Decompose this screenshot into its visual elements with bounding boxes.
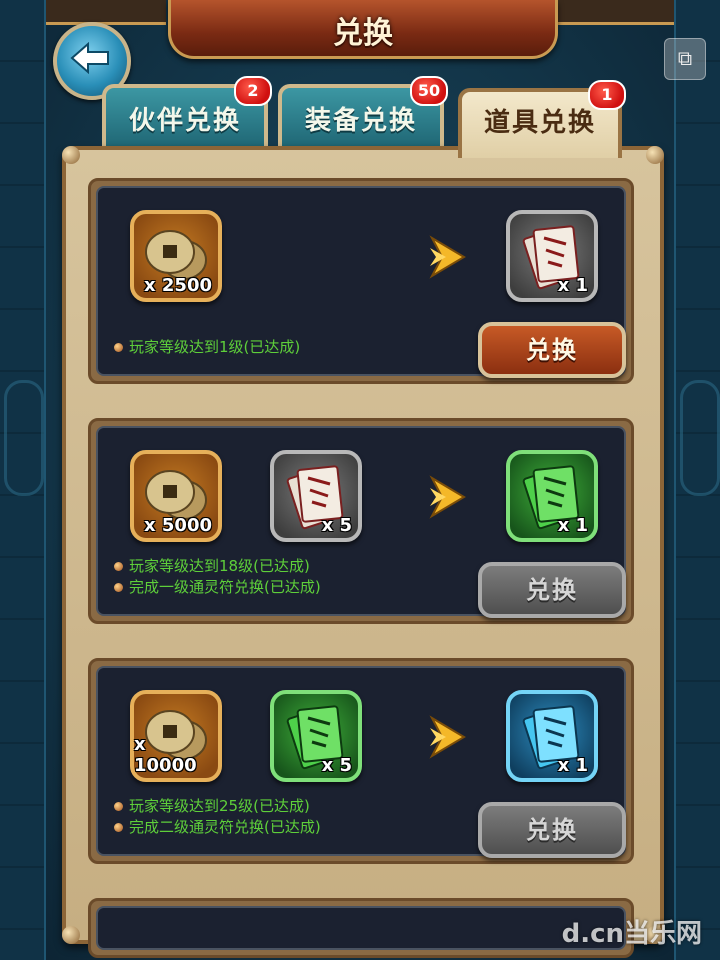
tab-partner-exchange[interactable]: 伙伴兑换 2 <box>102 76 272 148</box>
requirement-item: 完成一级通灵符兑换(已达成) <box>114 577 321 598</box>
gray-talisman-slot[interactable]: x 1 <box>506 210 598 302</box>
blue-talisman-slot[interactable]: x 1 <box>506 690 598 782</box>
quantity-label: x 1 <box>557 755 588 776</box>
right-ornament <box>674 0 720 960</box>
recipe-card: x 2500 x 1 玩家等级达到1级(已达成) 兑换 <box>88 178 634 384</box>
requirement-list: 玩家等级达到18级(已达成) 完成一级通灵符兑换(已达成) <box>114 556 321 598</box>
coins-slot[interactable]: x 5000 <box>130 450 222 542</box>
gray-talisman-slot[interactable]: x 5 <box>270 450 362 542</box>
notification-badge: 2 <box>234 76 272 106</box>
banner-wing-left <box>46 0 166 25</box>
chevron-right-icon <box>429 715 466 759</box>
window-icon[interactable]: ⧉ <box>664 38 706 80</box>
tab-equipment-exchange[interactable]: 装备兑换 50 <box>278 76 448 148</box>
bullet-icon <box>114 343 123 352</box>
quantity-label: x 2500 <box>144 275 212 296</box>
coins-slot[interactable]: x 2500 <box>130 210 222 302</box>
back-arrow-icon <box>70 42 109 74</box>
requirement-item: 玩家等级达到25级(已达成) <box>114 796 321 817</box>
green-talisman-slot[interactable]: x 1 <box>506 450 598 542</box>
page-title: 兑换 <box>333 16 393 51</box>
button-label: 兑换 <box>526 576 578 604</box>
notification-badge: 50 <box>410 76 448 106</box>
requirement-item: 玩家等级达到1级(已达成) <box>114 337 300 358</box>
title-banner: 兑换 <box>168 0 558 59</box>
left-ornament <box>0 0 46 960</box>
chevron-right-icon <box>429 475 466 519</box>
quantity-label: x 1 <box>557 275 588 296</box>
recipe-card: x 5000 x 5 x 1 玩家等级达到18级(已达成) 完成一级通灵符兑换(… <box>88 418 634 624</box>
exchange-screen: 兑换 ⧉ 伙伴兑换 2 装备兑换 50 x 2500 x 1 玩家等级达到1级(… <box>0 0 720 960</box>
requirement-item: 完成二级通灵符兑换(已达成) <box>114 817 321 838</box>
bullet-icon <box>114 583 123 592</box>
coins-slot[interactable]: x 10000 <box>130 690 222 782</box>
bullet-icon <box>114 562 123 571</box>
chevron-right-icon <box>429 235 466 279</box>
button-label: 兑换 <box>526 816 578 844</box>
quantity-label: x 1 <box>557 515 588 536</box>
rivet <box>62 146 80 164</box>
exchange-button-disabled[interactable]: 兑换 <box>478 562 626 618</box>
bullet-icon <box>114 802 123 811</box>
quantity-label: x 10000 <box>134 734 197 776</box>
requirement-item: 玩家等级达到18级(已达成) <box>114 556 321 577</box>
recipe-card-partial <box>88 898 634 958</box>
notification-badge: 1 <box>588 80 626 110</box>
exchange-button-disabled[interactable]: 兑换 <box>478 802 626 858</box>
banner-wing-right <box>554 0 674 25</box>
tab-label: 装备兑换 <box>304 106 417 136</box>
requirement-list: 玩家等级达到1级(已达成) <box>114 337 300 358</box>
quantity-label: x 5000 <box>144 515 212 536</box>
rivet <box>646 146 664 164</box>
tab-label: 伙伴兑换 <box>128 106 241 136</box>
button-label: 兑换 <box>526 336 578 364</box>
rivet <box>62 926 80 944</box>
tab-item-exchange[interactable]: 道具兑换 1 <box>458 80 626 158</box>
green-talisman-slot[interactable]: x 5 <box>270 690 362 782</box>
quantity-label: x 5 <box>321 515 352 536</box>
quantity-label: x 5 <box>321 755 352 776</box>
recipe-card: x 10000 x 5 x 1 玩家等级达到25级(已达成) 完成二级通灵符兑换… <box>88 658 634 864</box>
exchange-button[interactable]: 兑换 <box>478 322 626 378</box>
requirement-list: 玩家等级达到25级(已达成) 完成二级通灵符兑换(已达成) <box>114 796 321 838</box>
exchange-panel: x 2500 x 1 玩家等级达到1级(已达成) 兑换 x 5000 x 5 x… <box>62 146 664 958</box>
watermark: d.cn当乐网 <box>561 919 702 949</box>
bullet-icon <box>114 823 123 832</box>
